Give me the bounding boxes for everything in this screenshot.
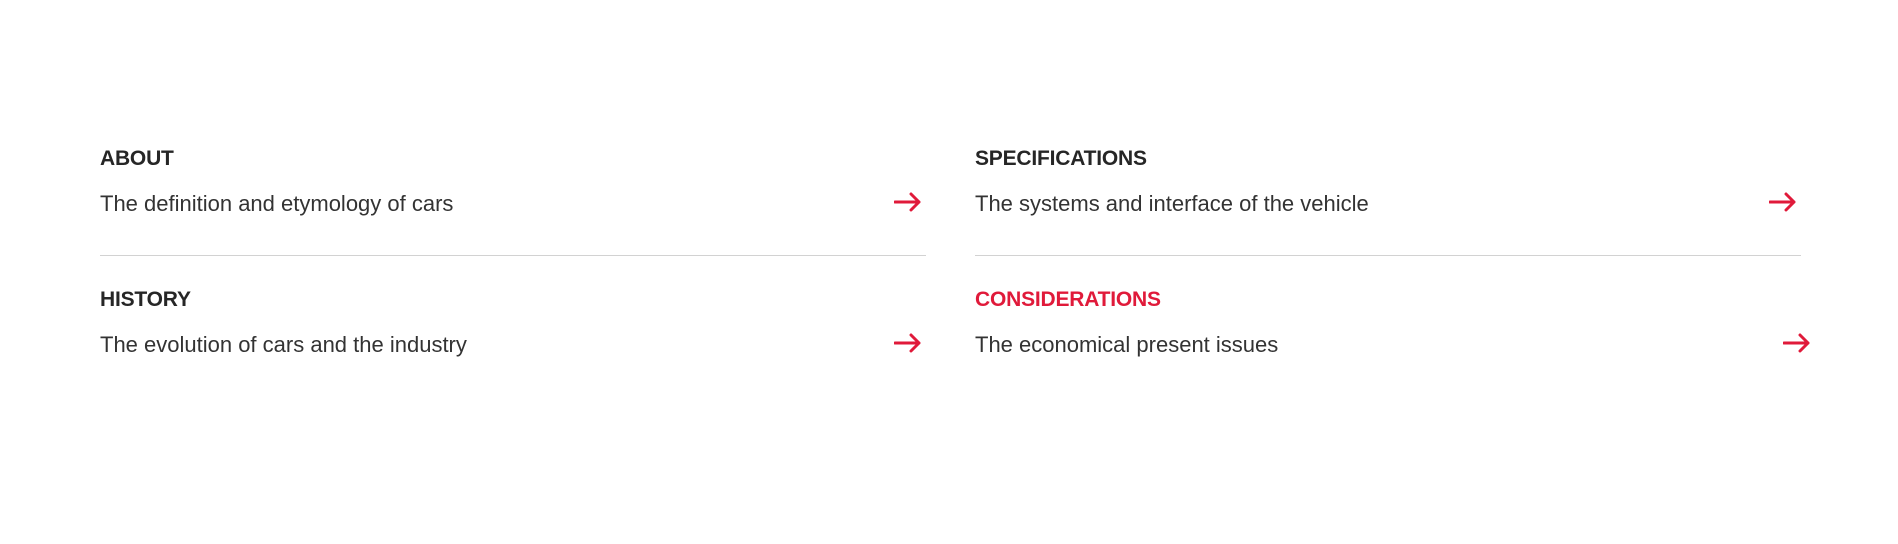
- section-title-about: ABOUT: [100, 147, 174, 170]
- section-links-grid: ABOUT The definition and etymology of ca…: [0, 0, 1898, 544]
- section-description-about: The definition and etymology of cars: [100, 191, 454, 216]
- section-title-specifications: SPECIFICATIONS: [975, 147, 1147, 170]
- arrow-right-icon[interactable]: [894, 332, 922, 354]
- section-description-specifications: The systems and interface of the vehicle: [975, 191, 1369, 216]
- section-link-history[interactable]: HISTORY The evolution of cars and the in…: [100, 288, 926, 357]
- section-description-considerations: The economical present issues: [975, 332, 1279, 357]
- arrow-right-icon[interactable]: [894, 191, 922, 213]
- section-description-history: The evolution of cars and the industry: [100, 332, 467, 357]
- section-title-considerations: CONSIDERATIONS: [975, 288, 1161, 311]
- section-link-about[interactable]: ABOUT The definition and etymology of ca…: [100, 147, 926, 257]
- section-link-considerations[interactable]: CONSIDERATIONS The economical present is…: [975, 288, 1810, 357]
- arrow-right-icon[interactable]: [1769, 191, 1797, 213]
- arrow-right-icon[interactable]: [1783, 332, 1811, 354]
- divider: [100, 255, 926, 256]
- section-link-specifications[interactable]: SPECIFICATIONS The systems and interface…: [975, 147, 1801, 257]
- divider: [975, 255, 1801, 256]
- section-title-history: HISTORY: [100, 288, 191, 311]
